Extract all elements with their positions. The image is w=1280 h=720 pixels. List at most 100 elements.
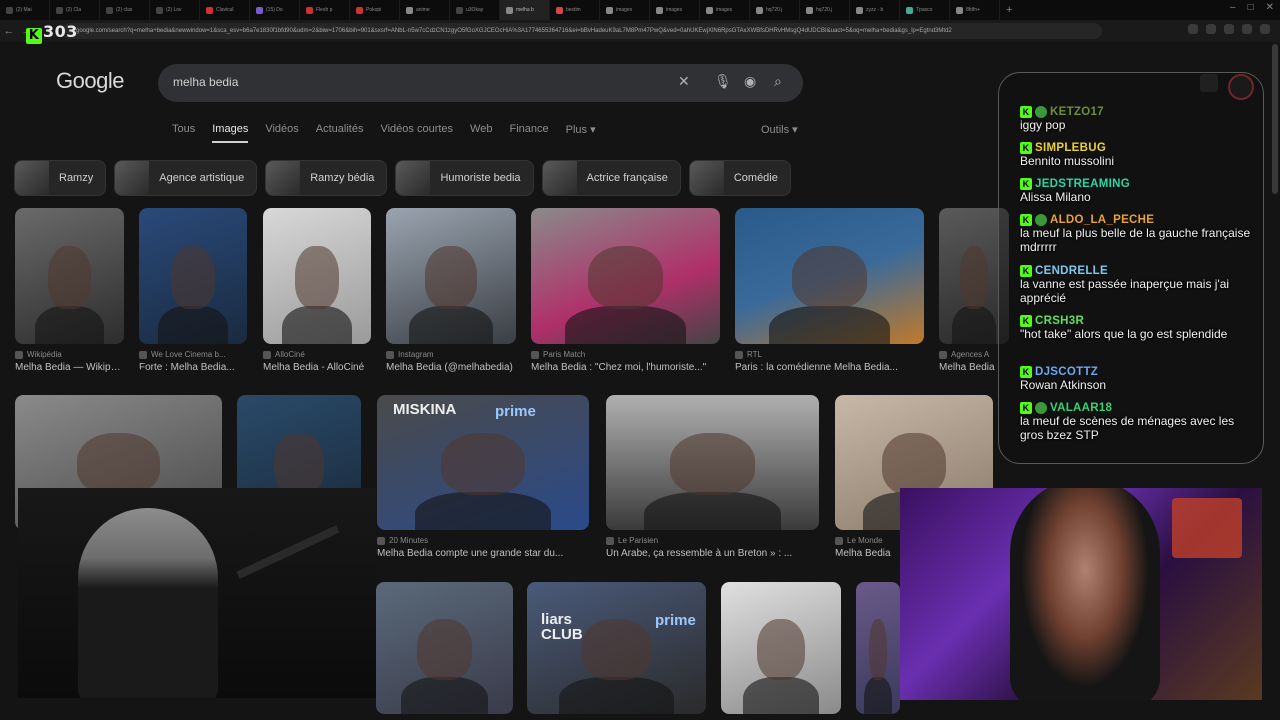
tab-vidéos[interactable]: Vidéos [265,123,298,143]
result-caption[interactable]: Forte : Melha Bedia... [139,362,247,373]
result-source[interactable]: AlloCiné [263,350,371,359]
result-source[interactable]: We Love Cinema b... [139,350,247,359]
image-result[interactable]: MISKINA prime 20 Minutes Melha Bedia compte… [377,395,589,559]
page-scrollbar[interactable] [1272,44,1278,194]
search-icon[interactable]: ⌕ [774,73,782,90]
image-result[interactable]: RTL Paris : la comédienne Melha Bedia... [735,208,924,373]
image-result[interactable]: Le Parisien Un Arabe, ça ressemble à un B… [606,395,819,559]
browser-tab[interactable]: images [600,0,650,20]
tab-plus-[interactable]: Plus ▾ [566,123,596,143]
image-result[interactable]: Paris Match Melha Bedia : "Chez moi, l'hu… [531,208,720,373]
browser-tab[interactable]: (2) clas [100,0,150,20]
result-caption[interactable]: Melha Bedia - AlloCiné [263,362,371,373]
browser-tab[interactable]: hq720.j [750,0,800,20]
result-image[interactable] [386,208,516,344]
result-source[interactable]: RTL [735,350,924,359]
result-source[interactable]: 20 Minutes [377,536,589,545]
tab-label: 8fdfn+ [966,7,981,13]
back-icon[interactable]: ← [0,25,18,37]
close-icon[interactable]: ✕ [1266,2,1274,13]
result-caption[interactable]: Melha Bedia : "Chez moi, l'humoriste..." [531,362,720,373]
search-box[interactable]: melha bedia ✕ 🎙 ◉ ⌕ [158,64,803,102]
related-chip[interactable]: Humoriste bedia [395,160,534,196]
clear-icon[interactable]: ✕ [678,73,690,90]
image-result[interactable]: We Love Cinema b... Forte : Melha Bedia..… [139,208,247,373]
related-chip[interactable]: Comédie [688,160,791,196]
result-image[interactable] [531,208,720,344]
browser-tab[interactable]: images [650,0,700,20]
google-logo[interactable]: Google [56,68,124,94]
browser-tab[interactable]: u3Okay [450,0,500,20]
browser-tab[interactable]: 8fdfn+ [950,0,1000,20]
tab-favicon-icon [556,6,563,14]
address-bar[interactable]: google.com/search?q=melha+bedia&newwindo… [62,23,1102,39]
browser-tab[interactable]: (2) Cla [50,0,100,20]
result-image[interactable]: liars CLUB prime [527,582,706,714]
result-source[interactable]: Wikipédia [15,350,124,359]
kick-badge-icon: K [1020,402,1032,414]
browser-tab[interactable]: melha b [500,0,550,20]
related-chip[interactable]: Agence artistique [114,160,258,196]
result-image[interactable] [856,582,900,714]
result-image[interactable] [376,582,513,714]
browser-tab[interactable]: (2) Lov [150,0,200,20]
result-caption[interactable]: Melha Bedia — Wikipédia [15,362,124,373]
tab-actualités[interactable]: Actualités [316,123,364,143]
result-image[interactable]: MISKINA prime [377,395,589,530]
menu-icon[interactable] [1260,24,1270,34]
browser-tab[interactable]: Clavicul [200,0,250,20]
browser-tab[interactable]: bestim [550,0,600,20]
new-tab-icon[interactable]: + [1000,4,1018,16]
extension-icon[interactable] [1206,24,1216,34]
image-result[interactable]: liars CLUB prime [527,582,706,714]
result-image[interactable] [263,208,371,344]
browser-tab[interactable]: Tpasco [900,0,950,20]
result-image[interactable] [721,582,841,714]
related-chip[interactable]: Actrice française [541,160,681,196]
extension-icon[interactable] [1224,24,1234,34]
result-caption[interactable]: Un Arabe, ça ressemble à un Breton » : .… [606,548,819,559]
result-caption[interactable]: Paris : la comédienne Melha Bedia... [735,362,924,373]
tab-vidéos-courtes[interactable]: Vidéos courtes [380,123,453,143]
microphone-icon[interactable]: 🎙 [714,73,732,90]
browser-tab[interactable]: (15) Do [250,0,300,20]
result-source[interactable]: Paris Match [531,350,720,359]
tab-tous[interactable]: Tous [172,123,195,143]
minimize-icon[interactable]: – [1230,2,1236,13]
browser-tab[interactable]: (2) Mai [0,0,50,20]
profile-icon[interactable] [1242,24,1252,34]
search-input[interactable]: melha bedia [173,75,238,89]
browser-tab[interactable]: Flesh p [300,0,350,20]
result-image[interactable] [139,208,247,344]
browser-tab[interactable]: hq720.j [800,0,850,20]
chat-username-line: K ALDO_LA_PECHE [1020,214,1260,226]
tab-web[interactable]: Web [470,123,492,143]
tab-finance[interactable]: Finance [509,123,548,143]
bookmark-icon[interactable] [1188,24,1198,34]
kick-badge-icon: K [1020,366,1032,378]
chip-label: Agence artistique [159,172,245,184]
image-result[interactable]: AlloCiné Melha Bedia - AlloCiné [263,208,371,373]
result-source[interactable]: Instagram [386,350,516,359]
lens-icon[interactable]: ◉ [744,73,756,90]
result-image[interactable] [15,208,124,344]
result-image[interactable] [735,208,924,344]
maximize-icon[interactable]: □ [1248,2,1254,13]
tab-images[interactable]: Images [212,123,249,143]
image-result[interactable] [856,582,900,714]
result-source[interactable]: Le Parisien [606,536,819,545]
related-chip[interactable]: Ramzy [14,160,107,196]
browser-tab[interactable]: anime [400,0,450,20]
result-image[interactable] [606,395,819,530]
image-result[interactable]: Instagram Melha Bedia (@melhabedia) [386,208,516,373]
related-chip[interactable]: Ramzy bédia [265,160,388,196]
browser-tab[interactable]: zyzz - b [850,0,900,20]
image-result[interactable]: Wikipédia Melha Bedia — Wikipédia [15,208,124,373]
tools-button[interactable]: Outils ▾ [761,123,798,136]
browser-tab[interactable]: Pokopi [350,0,400,20]
browser-tab[interactable]: images [700,0,750,20]
result-caption[interactable]: Melha Bedia compte une grande star du... [377,548,589,559]
image-result[interactable] [376,582,513,714]
result-caption[interactable]: Melha Bedia (@melhabedia) [386,362,516,373]
image-result[interactable] [721,582,841,714]
